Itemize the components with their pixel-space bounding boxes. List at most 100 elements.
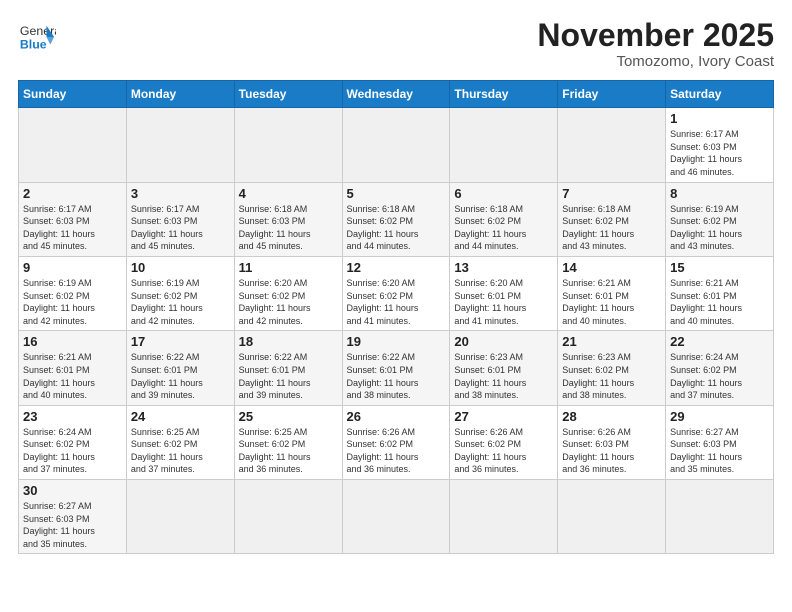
- table-row: 4 Sunrise: 6:18 AM Sunset: 6:03 PM Daylig…: [234, 182, 342, 256]
- table-row: 20Sunrise: 6:23 AM Sunset: 6:01 PM Dayli…: [450, 331, 558, 405]
- logo: General Blue: [18, 18, 56, 56]
- table-row: 5Sunrise: 6:18 AM Sunset: 6:02 PM Daylig…: [342, 182, 450, 256]
- day-info: Sunrise: 6:23 AM Sunset: 6:02 PM Dayligh…: [562, 351, 661, 401]
- table-row: 28Sunrise: 6:26 AM Sunset: 6:03 PM Dayli…: [558, 405, 666, 479]
- day-number: 9: [23, 260, 122, 275]
- table-row: 25 Sunrise: 6:25 AM Sunset: 6:02 PM Dayli…: [234, 405, 342, 479]
- day-number: 29: [670, 409, 769, 424]
- table-row: 11Sunrise: 6:20 AM Sunset: 6:02 PM Dayli…: [234, 256, 342, 330]
- day-number: 14: [562, 260, 661, 275]
- day-info: Sunrise: 6:17 AM Sunset: 6:03 PM Dayligh…: [131, 203, 230, 253]
- table-row: 2 Sunrise: 6:17 AM Sunset: 6:03 PM Daylig…: [19, 182, 127, 256]
- day-info: Sunrise: 6:27 AM Sunset: 6:03 PM Dayligh…: [23, 500, 122, 550]
- table-row: 30 Sunrise: 6:27 AM Sunset: 6:03 PM Dayli…: [19, 480, 127, 554]
- day-number: 17: [131, 334, 230, 349]
- table-row: 9 Sunrise: 6:19 AM Sunset: 6:02 PM Daylig…: [19, 256, 127, 330]
- location-title: Tomozomo, Ivory Coast: [537, 53, 774, 70]
- day-info: Sunrise: 6:24 AM Sunset: 6:02 PM Dayligh…: [670, 351, 769, 401]
- day-info: Sunrise: 6:25 AM Sunset: 6:02 PM Dayligh…: [131, 426, 230, 476]
- table-row: 29 Sunrise: 6:27 AM Sunset: 6:03 PM Dayli…: [666, 405, 774, 479]
- day-number: 21: [562, 334, 661, 349]
- table-row: [558, 480, 666, 554]
- day-number: 13: [454, 260, 553, 275]
- day-number: 4: [239, 186, 338, 201]
- table-row: [126, 480, 234, 554]
- day-info: Sunrise: 6:20 AM Sunset: 6:01 PM Dayligh…: [454, 277, 553, 327]
- table-row: 27 Sunrise: 6:26 AM Sunset: 6:02 PM Dayli…: [450, 405, 558, 479]
- day-number: 19: [347, 334, 446, 349]
- day-number: 8: [670, 186, 769, 201]
- table-row: 1 Sunrise: 6:17 AM Sunset: 6:03 PM Daylig…: [666, 108, 774, 182]
- day-info: Sunrise: 6:27 AM Sunset: 6:03 PM Dayligh…: [670, 426, 769, 476]
- day-number: 18: [239, 334, 338, 349]
- day-info: Sunrise: 6:26 AM Sunset: 6:02 PM Dayligh…: [454, 426, 553, 476]
- day-number: 16: [23, 334, 122, 349]
- day-number: 3: [131, 186, 230, 201]
- header-saturday: Saturday: [666, 81, 774, 108]
- table-row: 17 Sunrise: 6:22 AM Sunset: 6:01 PM Dayli…: [126, 331, 234, 405]
- day-number: 27: [454, 409, 553, 424]
- calendar-week-row: 16 Sunrise: 6:21 AM Sunset: 6:01 PM Dayli…: [19, 331, 774, 405]
- day-info: Sunrise: 6:21 AM Sunset: 6:01 PM Dayligh…: [23, 351, 122, 401]
- day-number: 30: [23, 483, 122, 498]
- header-tuesday: Tuesday: [234, 81, 342, 108]
- day-info: Sunrise: 6:22 AM Sunset: 6:01 PM Dayligh…: [131, 351, 230, 401]
- table-row: [666, 480, 774, 554]
- header-monday: Monday: [126, 81, 234, 108]
- calendar-week-row: 1 Sunrise: 6:17 AM Sunset: 6:03 PM Daylig…: [19, 108, 774, 182]
- table-row: [234, 480, 342, 554]
- day-info: Sunrise: 6:22 AM Sunset: 6:01 PM Dayligh…: [239, 351, 338, 401]
- day-info: Sunrise: 6:17 AM Sunset: 6:03 PM Dayligh…: [23, 203, 122, 253]
- table-row: 12Sunrise: 6:20 AM Sunset: 6:02 PM Dayli…: [342, 256, 450, 330]
- day-number: 25: [239, 409, 338, 424]
- day-info: Sunrise: 6:22 AM Sunset: 6:01 PM Dayligh…: [347, 351, 446, 401]
- day-info: Sunrise: 6:19 AM Sunset: 6:02 PM Dayligh…: [131, 277, 230, 327]
- table-row: 18 Sunrise: 6:22 AM Sunset: 6:01 PM Dayli…: [234, 331, 342, 405]
- day-info: Sunrise: 6:21 AM Sunset: 6:01 PM Dayligh…: [562, 277, 661, 327]
- day-info: Sunrise: 6:18 AM Sunset: 6:02 PM Dayligh…: [454, 203, 553, 253]
- table-row: [234, 108, 342, 182]
- day-number: 10: [131, 260, 230, 275]
- day-info: Sunrise: 6:19 AM Sunset: 6:02 PM Dayligh…: [23, 277, 122, 327]
- day-info: Sunrise: 6:19 AM Sunset: 6:02 PM Dayligh…: [670, 203, 769, 253]
- day-info: Sunrise: 6:20 AM Sunset: 6:02 PM Dayligh…: [239, 277, 338, 327]
- header-thursday: Thursday: [450, 81, 558, 108]
- table-row: 13 Sunrise: 6:20 AM Sunset: 6:01 PM Dayli…: [450, 256, 558, 330]
- day-number: 26: [347, 409, 446, 424]
- day-info: Sunrise: 6:17 AM Sunset: 6:03 PM Dayligh…: [670, 128, 769, 178]
- day-info: Sunrise: 6:23 AM Sunset: 6:01 PM Dayligh…: [454, 351, 553, 401]
- calendar-week-row: 9 Sunrise: 6:19 AM Sunset: 6:02 PM Daylig…: [19, 256, 774, 330]
- day-number: 23: [23, 409, 122, 424]
- day-info: Sunrise: 6:21 AM Sunset: 6:01 PM Dayligh…: [670, 277, 769, 327]
- calendar-week-row: 23Sunrise: 6:24 AM Sunset: 6:02 PM Dayli…: [19, 405, 774, 479]
- table-row: 8 Sunrise: 6:19 AM Sunset: 6:02 PM Daylig…: [666, 182, 774, 256]
- calendar-week-row: 2 Sunrise: 6:17 AM Sunset: 6:03 PM Daylig…: [19, 182, 774, 256]
- title-block: November 2025 Tomozomo, Ivory Coast: [537, 18, 774, 70]
- day-info: Sunrise: 6:18 AM Sunset: 6:02 PM Dayligh…: [347, 203, 446, 253]
- table-row: [126, 108, 234, 182]
- table-row: 14 Sunrise: 6:21 AM Sunset: 6:01 PM Dayli…: [558, 256, 666, 330]
- day-number: 7: [562, 186, 661, 201]
- table-row: 7Sunrise: 6:18 AM Sunset: 6:02 PM Daylig…: [558, 182, 666, 256]
- day-number: 2: [23, 186, 122, 201]
- calendar-week-row: 30 Sunrise: 6:27 AM Sunset: 6:03 PM Dayli…: [19, 480, 774, 554]
- generalblue-logo-icon: General Blue: [18, 18, 56, 56]
- header: General Blue November 2025 Tomozomo, Ivo…: [18, 18, 774, 70]
- table-row: 10 Sunrise: 6:19 AM Sunset: 6:02 PM Dayli…: [126, 256, 234, 330]
- table-row: 26Sunrise: 6:26 AM Sunset: 6:02 PM Dayli…: [342, 405, 450, 479]
- header-friday: Friday: [558, 81, 666, 108]
- day-number: 1: [670, 111, 769, 126]
- header-sunday: Sunday: [19, 81, 127, 108]
- calendar-page: General Blue November 2025 Tomozomo, Ivo…: [0, 0, 792, 612]
- day-info: Sunrise: 6:25 AM Sunset: 6:02 PM Dayligh…: [239, 426, 338, 476]
- day-number: 22: [670, 334, 769, 349]
- table-row: 24Sunrise: 6:25 AM Sunset: 6:02 PM Dayli…: [126, 405, 234, 479]
- table-row: [450, 480, 558, 554]
- table-row: [342, 480, 450, 554]
- table-row: 19 Sunrise: 6:22 AM Sunset: 6:01 PM Dayli…: [342, 331, 450, 405]
- svg-text:Blue: Blue: [20, 37, 47, 51]
- day-info: Sunrise: 6:18 AM Sunset: 6:03 PM Dayligh…: [239, 203, 338, 253]
- day-number: 12: [347, 260, 446, 275]
- header-wednesday: Wednesday: [342, 81, 450, 108]
- table-row: 16 Sunrise: 6:21 AM Sunset: 6:01 PM Dayli…: [19, 331, 127, 405]
